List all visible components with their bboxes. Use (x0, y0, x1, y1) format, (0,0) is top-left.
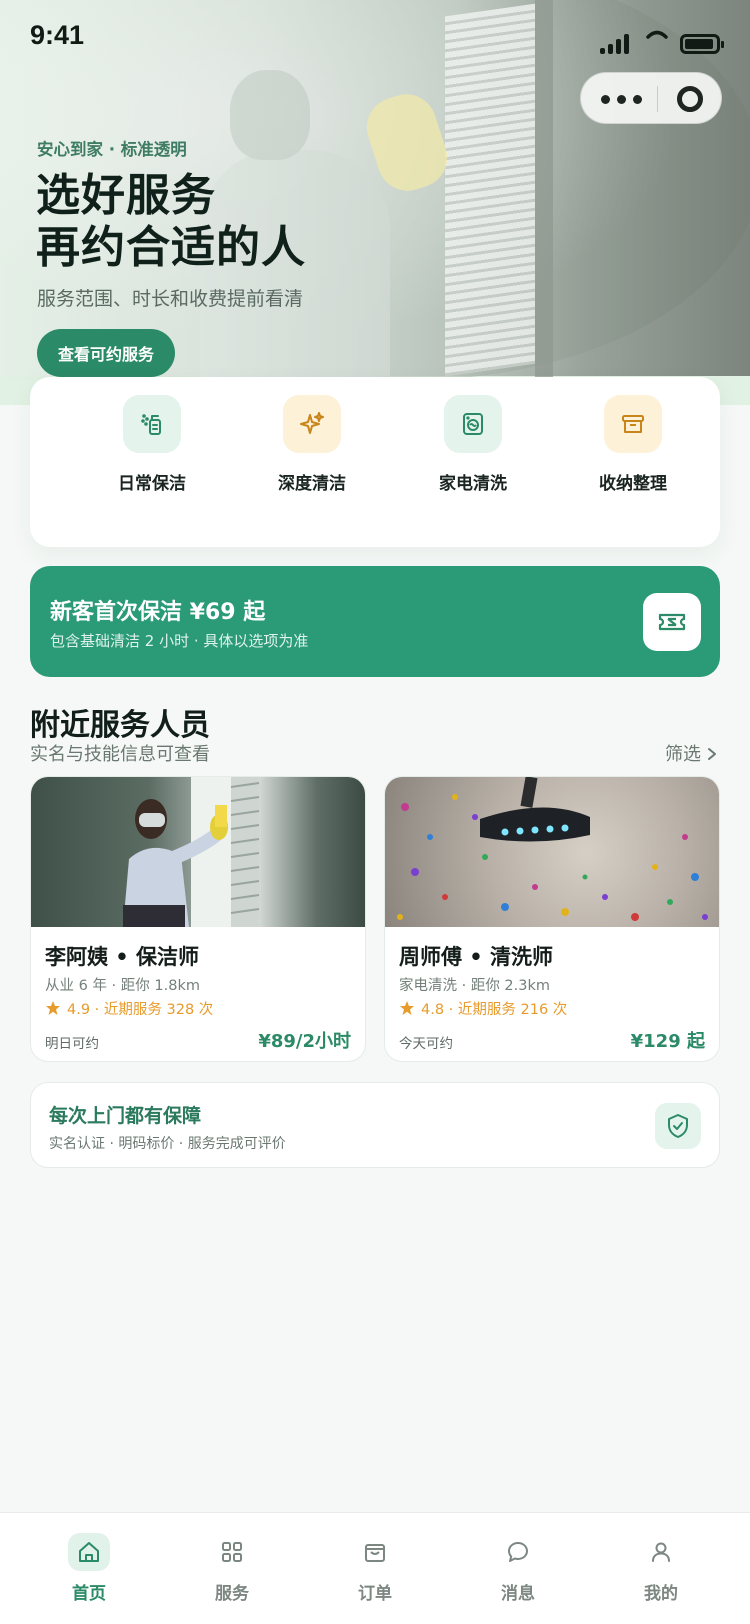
coupon-icon[interactable] (643, 593, 701, 651)
tab-label: 消息 (501, 1584, 535, 1604)
category-label: 收纳整理 (599, 474, 667, 494)
sparkle-icon (283, 395, 341, 453)
worker-rating: 4.9 · 近期服务 328 次 (45, 997, 213, 1019)
view-services-button[interactable]: 查看可约服务 (37, 329, 175, 377)
category-label: 家电清洗 (439, 474, 507, 494)
promo-subtitle: 包含基础清洁 2 小时 · 具体以选项为准 (50, 632, 309, 650)
hero-title-line1: 选好服务 (36, 170, 216, 221)
signal-icon (600, 32, 636, 54)
hero-title: 选好服务 再约合适的人 (36, 170, 306, 274)
grid-icon (211, 1533, 253, 1571)
user-icon (640, 1533, 682, 1571)
chat-icon (497, 1533, 539, 1571)
battery-icon (680, 34, 724, 54)
worker-photo (31, 777, 365, 927)
star-icon (400, 1001, 414, 1015)
worker-name: 周师傅 • 清洗师 (399, 945, 554, 969)
worker-card[interactable]: 李阿姨 • 保洁师 从业 6 年 · 距你 1.8km 4.9 · 近期服务 3… (30, 776, 366, 1062)
archive-box-icon (604, 395, 662, 453)
worker-rating-text: 4.8 · 近期服务 216 次 (421, 1001, 568, 1018)
new-customer-promo-banner[interactable]: 新客首次保洁 ¥69 起 包含基础清洁 2 小时 · 具体以选项为准 (30, 566, 720, 677)
worker-meta: 从业 6 年 · 距你 1.8km (45, 978, 200, 994)
nearby-section-title: 附近服务人员 (30, 708, 210, 743)
chevron-right-icon[interactable] (706, 746, 718, 762)
tab-orders[interactable]: 订单 (300, 1513, 450, 1624)
category-daily-cleaning[interactable]: 日常保洁 (92, 395, 212, 515)
tab-label: 订单 (358, 1584, 392, 1604)
shield-check-icon (655, 1103, 701, 1149)
home-icon (68, 1533, 110, 1571)
tab-label: 我的 (644, 1584, 678, 1604)
worker-meta: 家电清洗 · 距你 2.3km (399, 978, 551, 994)
tab-label: 首页 (72, 1584, 106, 1604)
promo-title: 新客首次保洁 ¥69 起 (50, 600, 266, 625)
status-time: 9:41 (30, 20, 85, 50)
category-label: 日常保洁 (118, 474, 186, 494)
filter-button[interactable]: 筛选 (665, 740, 701, 766)
capsule-divider (657, 86, 658, 112)
more-icon[interactable] (601, 87, 651, 111)
bottom-tab-bar: 首页 服务 订单 消息 我的 (0, 1512, 750, 1624)
service-guarantee-card[interactable]: 每次上门都有保障 实名认证 · 明码标价 · 服务完成可评价 (30, 1082, 720, 1168)
category-deep-cleaning[interactable]: 深度清洁 (252, 395, 372, 515)
category-appliance-cleaning[interactable]: 家电清洗 (413, 395, 533, 515)
worker-price: ¥129 起 (630, 1031, 705, 1052)
hero-tagline: 安心到家 · 标准透明 (37, 140, 187, 159)
worker-card[interactable]: 周师傅 • 清洗师 家电清洗 · 距你 2.3km 4.8 · 近期服务 216… (384, 776, 720, 1062)
tab-messages[interactable]: 消息 (443, 1513, 593, 1624)
worker-price: ¥89/2小时 (258, 1031, 351, 1052)
washing-machine-icon (444, 395, 502, 453)
category-card: 日常保洁 深度清洁 家电清洗 收纳整理 (30, 377, 720, 547)
hero-subtitle: 服务范围、时长和收费提前看清 (37, 288, 304, 310)
close-miniapp-icon[interactable] (677, 86, 703, 112)
worker-photo (385, 777, 719, 927)
guarantee-subtitle: 实名认证 · 明码标价 · 服务完成可评价 (49, 1136, 286, 1152)
guarantee-title: 每次上门都有保障 (49, 1105, 202, 1127)
tab-profile[interactable]: 我的 (586, 1513, 736, 1624)
worker-name: 李阿姨 • 保洁师 (45, 945, 200, 969)
tab-services[interactable]: 服务 (157, 1513, 307, 1624)
wifi-icon (646, 30, 668, 39)
worker-rating-text: 4.9 · 近期服务 328 次 (67, 1001, 214, 1018)
bag-icon (354, 1533, 396, 1571)
category-organizing[interactable]: 收纳整理 (573, 395, 693, 515)
miniapp-capsule (580, 72, 722, 124)
spray-bottle-icon (123, 395, 181, 453)
worker-rating: 4.8 · 近期服务 216 次 (399, 997, 567, 1019)
worker-availability: 今天可约 (399, 1036, 453, 1052)
tab-home[interactable]: 首页 (14, 1513, 164, 1624)
category-label: 深度清洁 (278, 474, 346, 494)
tab-label: 服务 (215, 1584, 249, 1604)
nearby-section-subtitle: 实名与技能信息可查看 (30, 744, 210, 765)
status-bar: 9:41 (0, 0, 750, 76)
hero-title-line2: 再约合适的人 (36, 222, 306, 273)
worker-availability: 明日可约 (45, 1036, 99, 1052)
star-icon (46, 1001, 60, 1015)
